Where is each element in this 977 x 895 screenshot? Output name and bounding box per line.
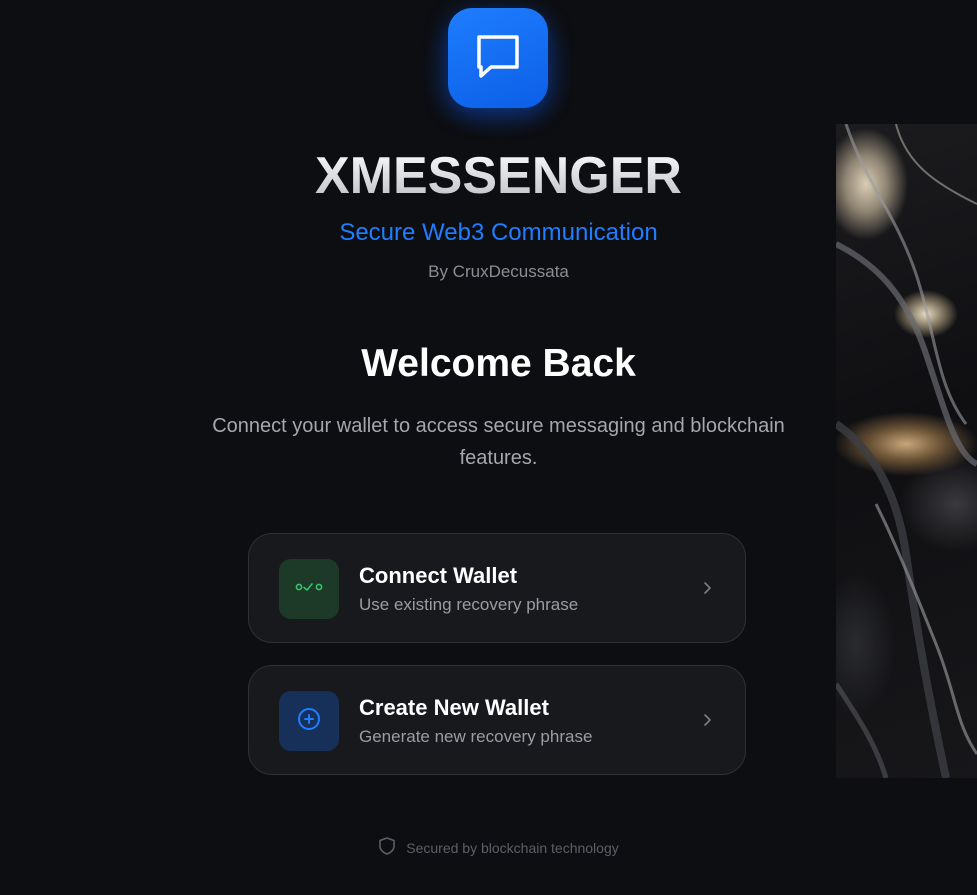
connect-wallet-button[interactable]: Connect Wallet Use existing recovery phr… — [248, 533, 746, 643]
create-wallet-icon-tile — [279, 691, 339, 751]
security-footer: Secured by blockchain technology — [0, 836, 977, 859]
chevron-right-icon — [701, 578, 715, 598]
create-wallet-button[interactable]: Create New Wallet Generate new recovery … — [248, 665, 746, 775]
create-wallet-title: Create New Wallet — [359, 695, 549, 720]
app-logo — [448, 8, 548, 108]
byline: By CruxDecussata — [428, 262, 569, 281]
shield-icon — [378, 836, 396, 859]
connect-wallet-title: Connect Wallet — [359, 563, 518, 588]
welcome-heading: Welcome Back — [361, 342, 636, 385]
connect-wallet-subtitle: Use existing recovery phrase — [359, 595, 579, 614]
connect-wallet-icon-tile — [279, 559, 339, 619]
create-wallet-subtitle: Generate new recovery phrase — [359, 727, 593, 746]
chat-bubble-icon — [471, 29, 525, 88]
plus-circle-icon — [296, 706, 322, 737]
tagline: Secure Web3 Communication — [339, 219, 658, 246]
footer-text: Secured by blockchain technology — [406, 839, 619, 856]
welcome-description: Connect your wallet to access secure mes… — [212, 415, 785, 469]
chevron-right-icon — [701, 710, 715, 730]
wallet-link-icon — [295, 580, 323, 599]
login-page: XMESSENGER Secure Web3 Communication By … — [0, 0, 977, 895]
brand-title: XMESSENGER — [0, 146, 977, 206]
